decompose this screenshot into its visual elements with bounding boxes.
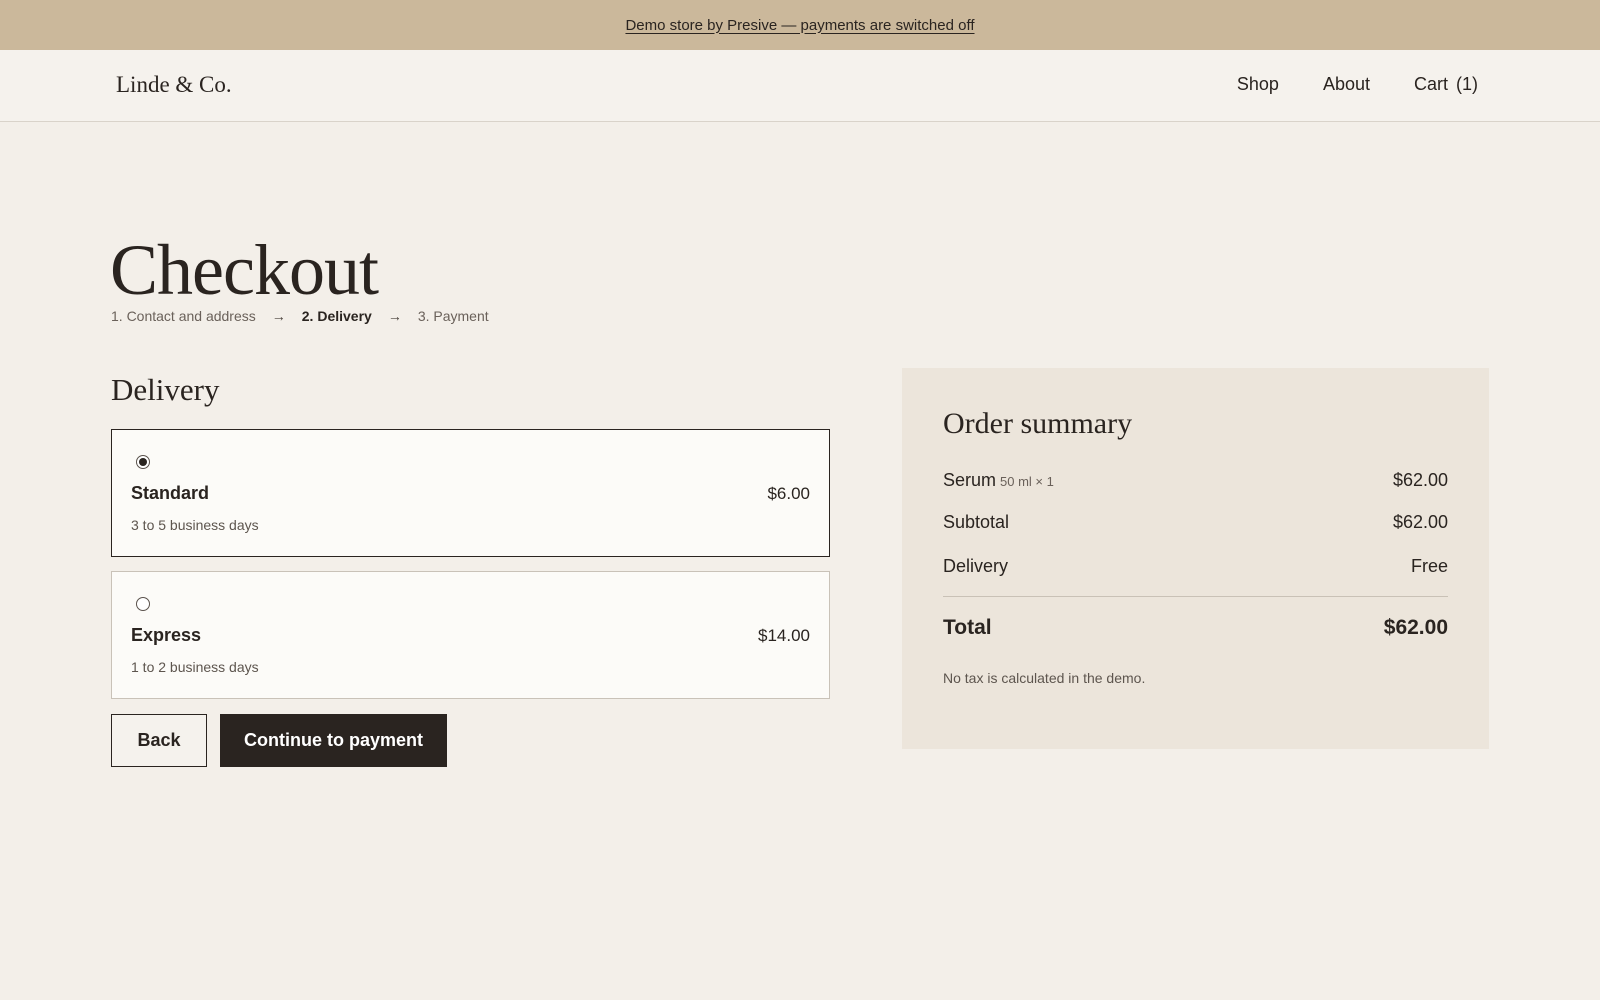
store-logo[interactable]: Linde & Co. [116,72,232,98]
page-title: Checkout [110,230,379,310]
main-nav: Shop About Cart (1) [1237,74,1478,95]
checkout-steps: 1. Contact and address → 2. Delivery → 3… [111,308,489,324]
delivery-option-standard[interactable]: Standard 3 to 5 business days $6.00 [111,429,830,557]
subtotal-label: Subtotal [943,512,1010,532]
delivery-value: Free [1410,556,1448,576]
option-time: 1 to 2 business days [131,659,259,675]
step-payment: 3. Payment [417,308,489,324]
delivery-section-title: Delivery [111,372,220,407]
summary-item-detail: 50 ml × 1 [1000,474,1054,489]
cart-count: (1) [1456,74,1478,94]
step-arrow-icon: → [387,308,402,324]
option-price: $6.00 [767,484,810,503]
delivery-option-express[interactable]: Express 1 to 2 business days $14.00 [111,571,830,699]
nav-cart-label: Cart [1413,74,1448,94]
summary-subtotal-row: Subtotal $62.00 [943,512,1448,533]
summary-total-row: Total $62.00 [943,616,1448,640]
delivery-label: Delivery [943,556,1009,576]
summary-delivery-row: Delivery Free [943,556,1448,577]
continue-to-payment-button[interactable]: Continue to payment [220,714,447,767]
nav-about[interactable]: About [1323,74,1370,95]
total-label: Total [943,616,992,639]
option-time: 3 to 5 business days [131,517,259,533]
summary-divider [943,596,1448,597]
total-value: $62.00 [1383,616,1448,639]
summary-item-name: Serum [943,470,997,490]
summary-item-row: Serum 50 ml × 1 $62.00 [943,470,1448,491]
demo-banner-link[interactable]: Demo store by Presive — payments are swi… [625,17,974,34]
site-header: Linde & Co. Shop About Cart (1) [0,50,1600,122]
radio-standard[interactable] [136,455,150,469]
option-name: Express [131,625,202,645]
option-price: $14.00 [758,626,810,645]
nav-cart[interactable]: Cart (1) [1414,74,1478,95]
back-button[interactable]: Back [111,714,207,767]
summary-item-price: $62.00 [1392,470,1448,490]
demo-banner: Demo store by Presive — payments are swi… [0,0,1600,50]
subtotal-value: $62.00 [1392,512,1448,532]
summary-item: Serum 50 ml × 1 [943,470,1054,491]
order-summary-title: Order summary [943,407,1133,440]
step-arrow-icon: → [271,308,286,324]
step-delivery: 2. Delivery [301,308,372,324]
order-summary: Order summary Serum 50 ml × 1 $62.00 Subt… [902,368,1489,749]
nav-shop[interactable]: Shop [1237,74,1279,95]
option-name: Standard [131,483,210,503]
step-contact: 1. Contact and address [111,308,256,324]
radio-express[interactable] [136,597,150,611]
tax-note: No tax is calculated in the demo. [943,670,1146,686]
